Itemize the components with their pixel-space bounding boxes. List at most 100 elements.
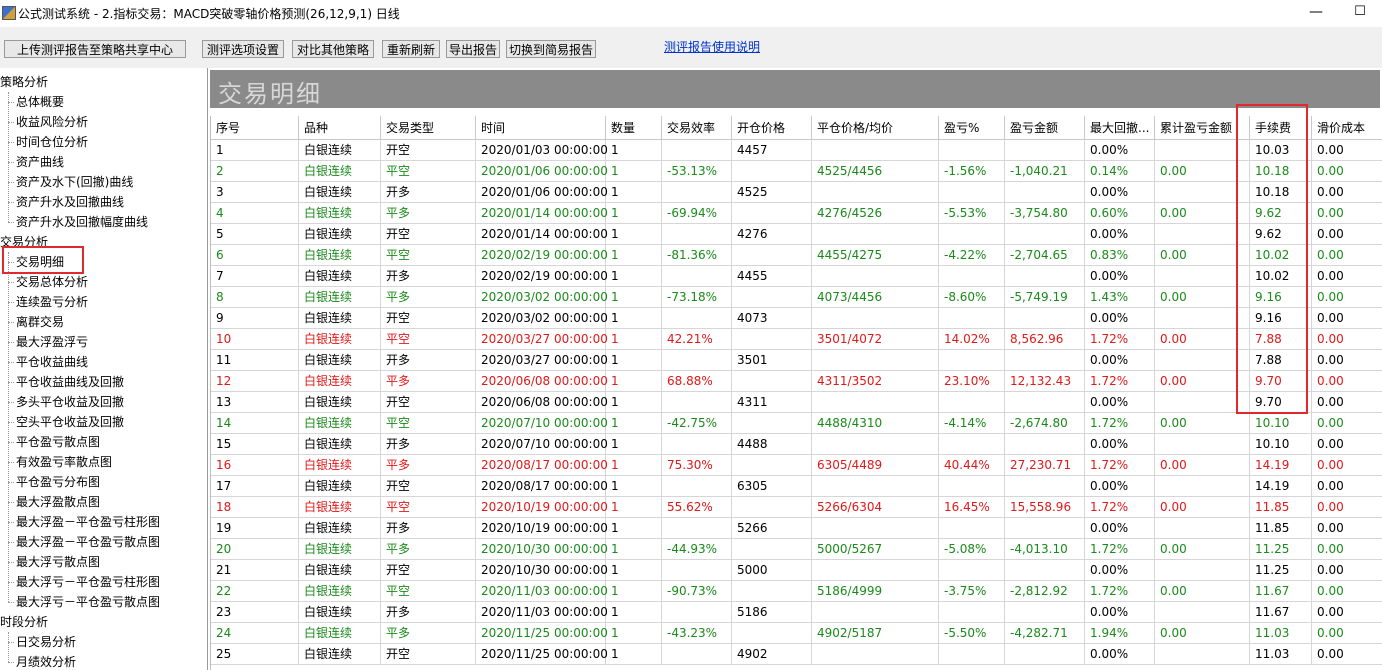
column-header[interactable]: 盈亏金额 — [1005, 116, 1085, 140]
upload-report-button[interactable]: 上传测评报告至策略共享中心 — [4, 40, 186, 58]
sidebar-item[interactable]: 资产曲线 — [16, 152, 64, 172]
table-row[interactable]: 18 白银连续 平空 2020/10/19 00:00:00 1 55.62% 5266/6… — [211, 497, 1382, 518]
sidebar-item[interactable]: 离群交易 — [16, 312, 64, 332]
sidebar-item[interactable]: 连续盈亏分析 — [16, 292, 88, 312]
table-cell: 1.94% — [1085, 623, 1155, 644]
column-header[interactable]: 交易类型 — [381, 116, 476, 140]
table-row[interactable]: 23 白银连续 开多 2020/11/03 00:00:00 1 5186 0.00% 11.… — [211, 602, 1382, 623]
table-row[interactable]: 12 白银连续 平多 2020/06/08 00:00:00 1 68.88% 4311/3… — [211, 371, 1382, 392]
table-row[interactable]: 5 白银连续 开空 2020/01/14 00:00:00 1 4276 0.00% 9.62… — [211, 224, 1382, 245]
sidebar-item[interactable]: 平仓收益曲线 — [16, 352, 88, 372]
sidebar-item[interactable]: 资产升水及回撤曲线 — [16, 192, 124, 212]
column-header[interactable]: 累计盈亏金额 — [1155, 116, 1250, 140]
sidebar-item[interactable]: 最大浮盈散点图 — [16, 492, 100, 512]
table-cell: 0.00 — [1312, 329, 1382, 350]
table-row[interactable]: 10 白银连续 平空 2020/03/27 00:00:00 1 42.21% 3501/4… — [211, 329, 1382, 350]
table-row[interactable]: 14 白银连续 平空 2020/07/10 00:00:00 1 -42.75% 4488/… — [211, 413, 1382, 434]
sidebar-item[interactable]: 有效盈亏率散点图 — [16, 452, 112, 472]
sidebar-item[interactable]: 最大浮亏－平仓盈亏柱形图 — [16, 572, 160, 592]
column-header[interactable]: 时间 — [476, 116, 606, 140]
column-header[interactable]: 滑价成本 — [1312, 116, 1382, 140]
table-row[interactable]: 7 白银连续 开多 2020/02/19 00:00:00 1 4455 0.00% 10.0… — [211, 266, 1382, 287]
table-cell: 1 — [211, 140, 299, 161]
table-cell: 0.00 — [1312, 476, 1382, 497]
trade-detail-table[interactable]: 序号 品种 交易类型 时间 数量 交易效率 开仓价格 平仓价格/均价 盈亏% 盈亏金额 最大回撤..… — [210, 116, 1382, 670]
table-cell — [1005, 476, 1085, 497]
table-row[interactable]: 11 白银连续 开多 2020/03/27 00:00:00 1 3501 0.00% 7.8… — [211, 350, 1382, 371]
table-row[interactable]: 3 白银连续 开多 2020/01/06 00:00:00 1 4525 0.00% 10.1… — [211, 182, 1382, 203]
sidebar-item[interactable]: 最大浮亏－平仓盈亏散点图 — [16, 592, 160, 612]
table-cell: 4311/3502 — [812, 371, 939, 392]
sidebar-item[interactable]: 收益风险分析 — [16, 112, 88, 132]
table-cell: 11 — [211, 350, 299, 371]
switch-simple-report-button[interactable]: 切换到简易报告 — [506, 40, 596, 58]
table-row[interactable]: 4 白银连续 平多 2020/01/14 00:00:00 1 -69.94% 4276/4… — [211, 203, 1382, 224]
table-row[interactable]: 21 白银连续 开空 2020/10/30 00:00:00 1 5000 0.00% 11.… — [211, 560, 1382, 581]
table-row[interactable]: 6 白银连续 平空 2020/02/19 00:00:00 1 -81.36% 4455/4… — [211, 245, 1382, 266]
column-header[interactable]: 盈亏% — [939, 116, 1005, 140]
compare-button[interactable]: 对比其他策略 — [292, 40, 374, 58]
minimize-button[interactable]: — — [1304, 1, 1328, 23]
sidebar-item[interactable]: 空头平仓收益及回撤 — [16, 412, 124, 432]
table-row[interactable]: 16 白银连续 平多 2020/08/17 00:00:00 1 75.30% 6305/4… — [211, 455, 1382, 476]
sidebar-item[interactable]: 平仓收益曲线及回撤 — [16, 372, 124, 392]
sidebar-item[interactable]: 资产及水下(回撤)曲线 — [16, 172, 133, 192]
sidebar-item[interactable]: 最大浮盈－平仓盈亏柱形图 — [16, 512, 160, 532]
table-cell: 9 — [211, 308, 299, 329]
tree-connector — [8, 602, 14, 603]
sidebar-item[interactable]: 资产升水及回撤幅度曲线 — [16, 212, 148, 232]
sidebar-item[interactable]: 平仓盈亏散点图 — [16, 432, 100, 452]
table-row[interactable]: 17 白银连续 开空 2020/08/17 00:00:00 1 6305 0.00% 14.… — [211, 476, 1382, 497]
column-header[interactable]: 品种 — [299, 116, 381, 140]
column-header[interactable]: 序号 — [211, 116, 299, 140]
export-button[interactable]: 导出报告 — [446, 40, 500, 58]
tree-branch-line — [8, 252, 10, 602]
table-cell: 白银连续 — [299, 287, 381, 308]
table-row[interactable]: 8 白银连续 平多 2020/03/02 00:00:00 1 -73.18% 4073/4… — [211, 287, 1382, 308]
sidebar-item[interactable]: 多头平仓收益及回撤 — [16, 392, 124, 412]
table-cell: -53.13% — [662, 161, 732, 182]
table-cell: 平空 — [381, 329, 476, 350]
maximize-button[interactable]: ☐ — [1348, 1, 1372, 23]
sidebar-item[interactable]: 总体概要 — [16, 92, 64, 112]
column-header[interactable]: 交易效率 — [662, 116, 732, 140]
table-row[interactable]: 19 白银连续 开多 2020/10/19 00:00:00 1 5266 0.00% 11.… — [211, 518, 1382, 539]
table-row[interactable]: 20 白银连续 平多 2020/10/30 00:00:00 1 -44.93% 5000/… — [211, 539, 1382, 560]
table-row[interactable]: 15 白银连续 开多 2020/07/10 00:00:00 1 4488 0.00% 10.… — [211, 434, 1382, 455]
table-row[interactable]: 24 白银连续 平多 2020/11/25 00:00:00 1 -43.23% 4902/… — [211, 623, 1382, 644]
sidebar-tree[interactable]: 策略分析 总体概要 收益风险分析 时间仓位分析 资产曲线 资产及水下(回撤)曲线 资产升水及… — [0, 68, 208, 670]
sidebar-group[interactable]: 时段分析 — [0, 612, 48, 632]
table-cell: 0.00 — [1155, 455, 1250, 476]
column-header[interactable]: 数量 — [606, 116, 662, 140]
column-header[interactable]: 平仓价格/均价 — [812, 116, 939, 140]
sidebar-group[interactable]: 策略分析 — [0, 72, 48, 92]
table-row[interactable]: 13 白银连续 开空 2020/06/08 00:00:00 1 4311 0.00% 9.7… — [211, 392, 1382, 413]
sidebar-item[interactable]: 交易总体分析 — [16, 272, 88, 292]
table-cell: 0.00 — [1312, 287, 1382, 308]
column-header[interactable]: 手续费 — [1250, 116, 1312, 140]
sidebar-item[interactable]: 日交易分析 — [16, 632, 76, 652]
refresh-button[interactable]: 重新刷新 — [382, 40, 440, 58]
table-cell: 22 — [211, 581, 299, 602]
table-cell: 15,558.96 — [1005, 497, 1085, 518]
sidebar-item[interactable]: 平仓盈亏分布图 — [16, 472, 100, 492]
table-row[interactable]: 2 白银连续 平空 2020/01/06 00:00:00 1 -53.13% 4525/4… — [211, 161, 1382, 182]
table-cell: 0.00 — [1312, 266, 1382, 287]
sidebar-item[interactable]: 月绩效分析 — [16, 652, 76, 670]
table-row[interactable]: 22 白银连续 平空 2020/11/03 00:00:00 1 -90.73% 5186/… — [211, 581, 1382, 602]
table-row[interactable]: 1 白银连续 开空 2020/01/03 00:00:00 1 4457 0.00% 10.0… — [211, 140, 1382, 161]
table-cell: -2,704.65 — [1005, 245, 1085, 266]
table-cell: 11.85 — [1250, 497, 1312, 518]
column-header[interactable]: 开仓价格 — [732, 116, 812, 140]
table-row[interactable]: 25 白银连续 开空 2020/11/25 00:00:00 1 4902 0.00% 11.… — [211, 644, 1382, 665]
table-cell: 开空 — [381, 308, 476, 329]
help-link[interactable]: 测评报告使用说明 — [664, 38, 760, 55]
sidebar-item[interactable]: 最大浮盈浮亏 — [16, 332, 88, 352]
table-row[interactable]: 9 白银连续 开空 2020/03/02 00:00:00 1 4073 0.00% 9.16… — [211, 308, 1382, 329]
sidebar-item[interactable]: 最大浮盈－平仓盈亏散点图 — [16, 532, 160, 552]
column-header[interactable]: 最大回撤... — [1085, 116, 1155, 140]
sidebar-item[interactable]: 最大浮亏散点图 — [16, 552, 100, 572]
settings-button[interactable]: 测评选项设置 — [202, 40, 284, 58]
table-cell — [662, 266, 732, 287]
sidebar-item[interactable]: 时间仓位分析 — [16, 132, 88, 152]
